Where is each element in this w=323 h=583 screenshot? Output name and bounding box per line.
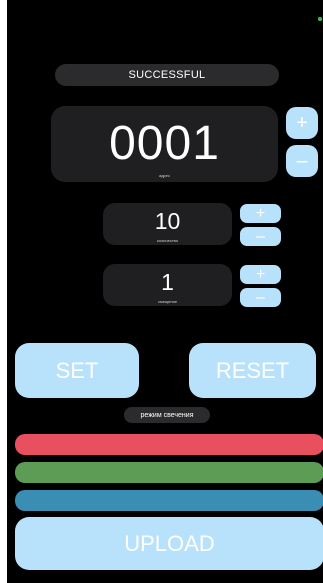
green-mode-bar[interactable]: [15, 462, 323, 483]
address-display: 0001 адрес: [51, 106, 278, 182]
count-display: 10 количество: [103, 203, 232, 245]
address-increment-button[interactable]: +: [286, 107, 318, 139]
blue-mode-bar[interactable]: [15, 490, 323, 511]
address-caption: адрес: [158, 173, 170, 178]
count-caption: количество: [157, 238, 178, 243]
set-button[interactable]: SET: [15, 343, 139, 398]
upload-button[interactable]: UPLOAD: [15, 517, 323, 570]
app-screen: SUCCESSFUL 0001 адрес + – 10 количество …: [7, 0, 323, 583]
shift-increment-button[interactable]: +: [240, 265, 281, 284]
glow-mode-label: режим свечения: [124, 407, 210, 423]
reset-button[interactable]: RESET: [189, 343, 316, 398]
address-decrement-button[interactable]: –: [286, 145, 318, 177]
shift-display: 1 смещение: [103, 264, 232, 306]
connection-indicator: [318, 17, 322, 21]
shift-decrement-button[interactable]: –: [240, 288, 281, 307]
count-decrement-button[interactable]: –: [240, 227, 281, 246]
status-label: SUCCESSFUL: [55, 64, 279, 86]
count-increment-button[interactable]: +: [240, 204, 281, 223]
shift-caption: смещение: [157, 299, 178, 304]
red-mode-bar[interactable]: [15, 434, 323, 455]
shift-value: 1: [161, 269, 174, 295]
count-value: 10: [154, 208, 181, 234]
address-value: 0001: [109, 117, 220, 170]
